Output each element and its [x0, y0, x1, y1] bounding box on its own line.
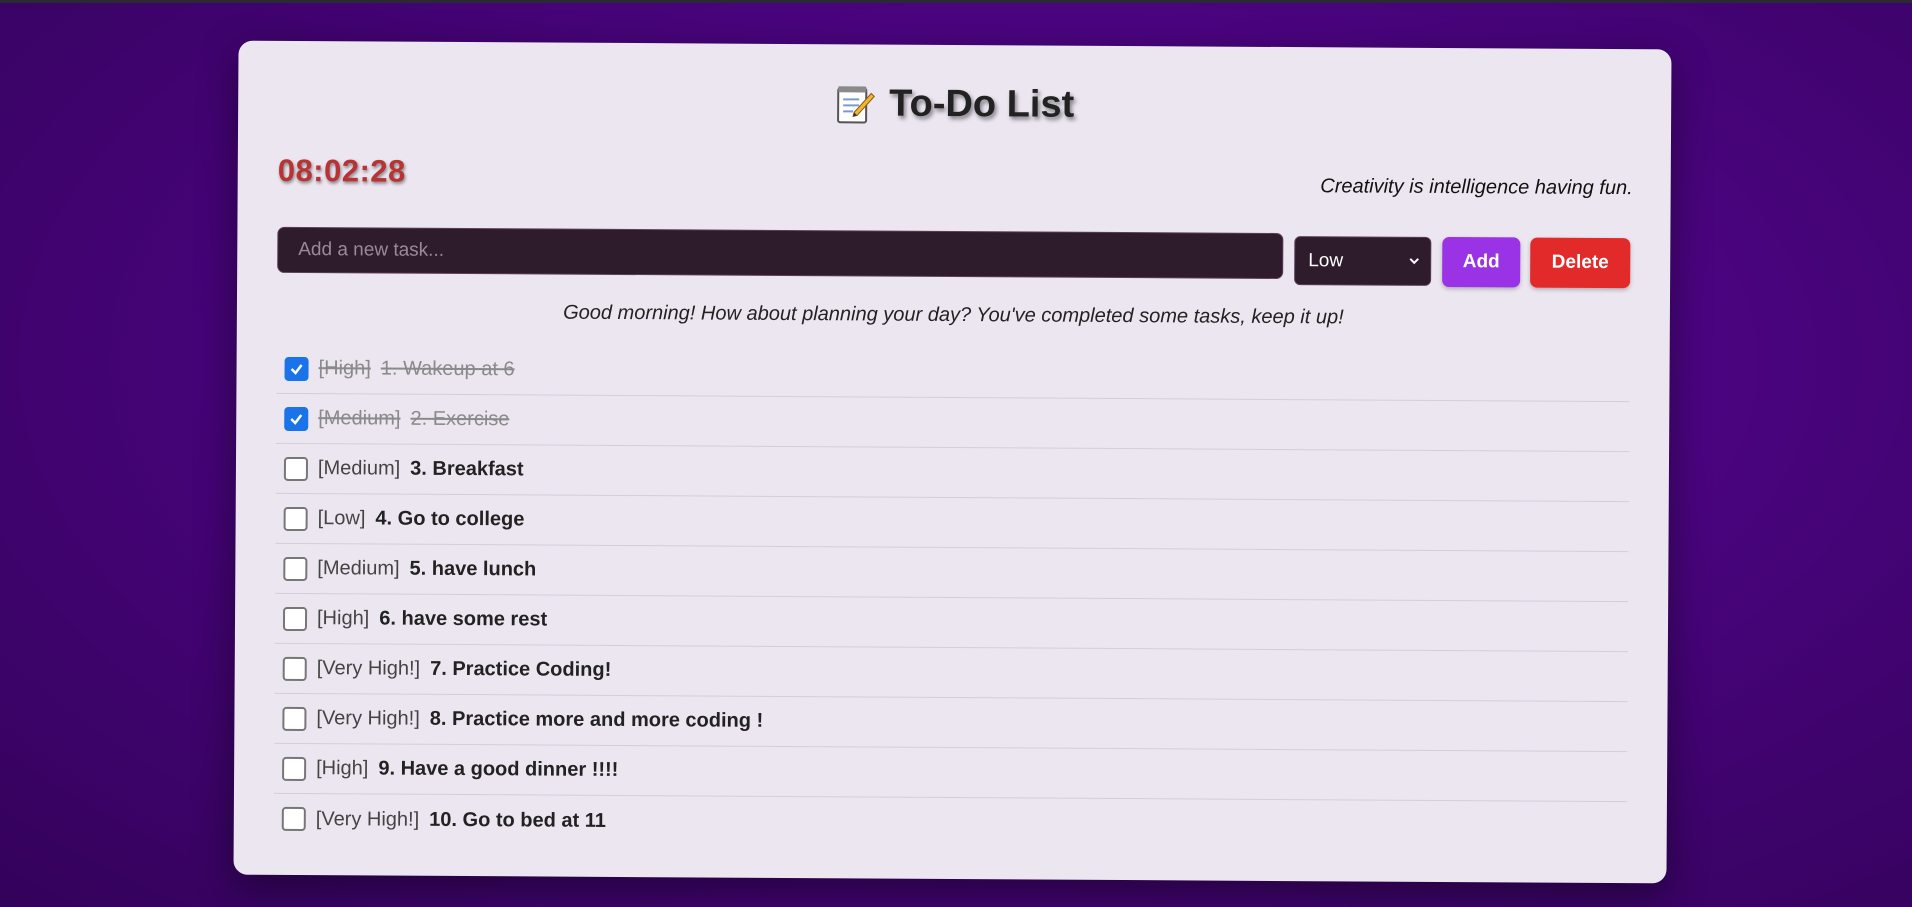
todo-card: To-Do List 08:02:28 Creativity is intell…	[233, 40, 1672, 884]
task-item: [Very High!] 8. Practice more and more c…	[274, 693, 1628, 753]
task-priority: [High]	[316, 757, 369, 780]
priority-select[interactable]: Low	[1294, 236, 1432, 286]
task-priority: [Very High!]	[316, 707, 420, 730]
task-item: [Medium] 3. Breakfast	[275, 443, 1630, 503]
memo-icon	[837, 85, 875, 123]
task-text: 5. have lunch	[409, 557, 537, 581]
task-priority: [Medium]	[317, 557, 400, 580]
task-checkbox[interactable]	[281, 806, 306, 832]
task-priority: [Very High!]	[316, 657, 421, 680]
chevron-down-icon	[1409, 258, 1419, 265]
task-item: [High] 6. have some rest	[274, 593, 1629, 653]
task-text: 10. Go to bed at 11	[429, 808, 606, 832]
task-item: [Very High!] 7. Practice Coding!	[274, 643, 1628, 703]
clock-display: 08:02:28	[277, 152, 406, 189]
browser-top-edge	[0, 0, 1912, 3]
greeting-message: Good morning! How about planning your da…	[563, 301, 1344, 329]
task-checkbox[interactable]	[283, 556, 308, 581]
check-icon	[290, 363, 303, 375]
task-checkbox[interactable]	[284, 356, 309, 381]
task-checkbox[interactable]	[283, 506, 308, 531]
page-title: To-Do List	[238, 79, 1671, 131]
task-item: [Low] 4. Go to college	[275, 493, 1629, 553]
task-item: [High] 1. Wakeup at 6	[276, 343, 1630, 403]
add-button[interactable]: Add	[1442, 236, 1521, 288]
new-task-input[interactable]	[277, 226, 1284, 280]
task-item: [Medium] 2. Exercise	[276, 393, 1630, 453]
check-icon	[290, 413, 303, 425]
task-checkbox[interactable]	[282, 656, 307, 681]
task-priority: [Very High!]	[315, 807, 420, 831]
task-checkbox[interactable]	[284, 406, 309, 431]
task-text: 6. have some rest	[379, 607, 548, 631]
task-text: 4. Go to college	[375, 507, 525, 531]
task-checkbox[interactable]	[283, 456, 309, 481]
task-checkbox[interactable]	[282, 756, 307, 781]
task-text: 8. Practice more and more coding !	[429, 707, 764, 732]
task-item: [Very High!] 10. Go to bed at 11	[274, 794, 1627, 852]
task-priority: [High]	[316, 607, 370, 630]
task-text: 1. Wakeup at 6	[380, 357, 515, 381]
task-priority: [Medium]	[318, 407, 401, 430]
daily-quote: Creativity is intelligence having fun.	[1320, 175, 1633, 200]
task-checkbox[interactable]	[282, 606, 308, 631]
delete-button[interactable]: Delete	[1530, 237, 1631, 289]
priority-select-value: Low	[1308, 249, 1344, 271]
app-title: To-Do List	[889, 82, 1075, 126]
task-text: 2. Exercise	[410, 407, 510, 431]
task-text: 9. Have a good dinner !!!!	[378, 757, 619, 781]
task-text: 3. Breakfast	[410, 457, 524, 481]
task-checkbox[interactable]	[282, 706, 307, 731]
task-priority: [High]	[318, 357, 371, 380]
task-priority: [Medium]	[317, 457, 401, 480]
task-text: 7. Practice Coding!	[430, 657, 612, 681]
task-item: [Medium] 5. have lunch	[275, 543, 1629, 603]
task-item: [High] 9. Have a good dinner !!!!	[273, 743, 1628, 803]
task-priority: [Low]	[317, 507, 366, 530]
task-list: [High] 1. Wakeup at 6 [Medium] 2. Exerci…	[273, 343, 1630, 852]
